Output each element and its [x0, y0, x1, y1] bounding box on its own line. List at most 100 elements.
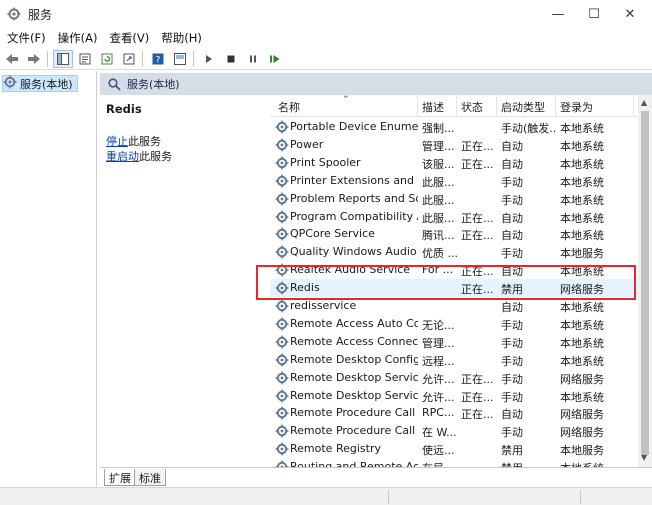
column-header-startup-type[interactable]: 启动类型 — [501, 99, 545, 115]
service-gear-icon — [275, 245, 289, 259]
column-header-log-on-as[interactable]: 登录为 — [560, 99, 593, 115]
service-log-on-as-cell: 本地服务 — [560, 247, 604, 261]
service-description-cell: 允许... — [422, 390, 455, 404]
column-divider[interactable] — [417, 95, 418, 117]
column-divider[interactable] — [555, 95, 556, 117]
gear-icon — [3, 75, 17, 92]
service-name-cell: QPCore Service — [290, 227, 375, 241]
restart-service-link[interactable]: 重启动 — [106, 150, 139, 163]
table-header: ⌃ 名称 描述 状态 启动类型 登录为 — [270, 95, 638, 117]
service-gear-icon — [275, 299, 289, 313]
services-app-icon — [6, 6, 22, 22]
scroll-up-icon[interactable]: ▲ — [641, 98, 647, 107]
service-name-cell: Remote Registry — [290, 442, 381, 456]
service-startup-type-cell: 手动 — [501, 318, 523, 332]
service-description-cell: 此服... — [422, 193, 455, 207]
table-row[interactable]: Portable Device Enumera... 强制... 手动(触发...本… — [270, 118, 638, 136]
service-description-cell: 允许... — [422, 372, 455, 386]
service-name-cell: Remote Access Auto Con... — [290, 316, 418, 330]
table-row[interactable]: Print Spooler 该服... 正在... 自动 本地系统 — [270, 154, 638, 172]
menu-help[interactable]: 帮助(H) — [155, 30, 208, 46]
menu-file[interactable]: 文件(F) — [0, 30, 52, 46]
table-row[interactable]: Power 管理... 正在... 自动 本地系统 — [270, 136, 638, 154]
column-divider[interactable] — [496, 95, 497, 117]
column-divider[interactable] — [633, 95, 634, 117]
tab-extended[interactable]: 扩展 — [104, 469, 136, 486]
table-row[interactable]: Remote Desktop Configu... 远程... 手动 本地系统 — [270, 351, 638, 369]
table-row[interactable]: Routing and Remote Acc... 在局... 禁用本地系统 — [270, 458, 638, 467]
maximize-button[interactable]: ☐ — [576, 0, 612, 28]
table-row[interactable]: QPCore Service 腾讯... 正在... 自动 本地系统 — [270, 225, 638, 243]
properties-icon[interactable] — [75, 50, 95, 68]
table-row[interactable]: Printer Extensions and N... 此服... 手动 本地系统 — [270, 172, 638, 190]
start-icon[interactable] — [199, 50, 219, 68]
tab-standard[interactable]: 标准 — [134, 469, 166, 486]
service-log-on-as-cell: 本地系统 — [560, 390, 604, 404]
service-name-cell: Routing and Remote Acc... — [290, 460, 418, 467]
service-name-cell: redisservice — [290, 299, 357, 312]
table-row[interactable]: Quality Windows Audio V... 优质 ... 手动 本地服务 — [270, 243, 638, 261]
service-description-cell: 该服... — [422, 157, 455, 171]
forward-icon[interactable] — [24, 50, 44, 68]
service-startup-type-cell: 禁用 — [501, 460, 557, 467]
service-log-on-as-cell: 本地系统 — [560, 460, 630, 467]
service-status-cell: 正在... — [461, 211, 494, 225]
back-icon[interactable] — [2, 50, 22, 68]
status-bar-divider — [580, 490, 581, 504]
table-row[interactable]: Remote Registry 使远... 禁用 本地服务 — [270, 440, 638, 458]
service-gear-icon — [275, 406, 289, 420]
service-description-cell: 强制... — [422, 122, 455, 135]
table-row[interactable]: Remote Access Connecti... 管理... 手动 本地系统 — [270, 333, 638, 351]
close-button[interactable]: ✕ — [612, 0, 648, 28]
service-name-cell: Power — [290, 137, 324, 151]
service-gear-icon — [275, 138, 289, 152]
menu-action[interactable]: 操作(A) — [52, 30, 104, 46]
service-description-cell: 远程... — [422, 354, 455, 368]
search-icon — [108, 77, 121, 91]
table-row[interactable]: Problem Reports and Sol... 此服... 手动 本地系统 — [270, 190, 638, 208]
menu-view[interactable]: 查看(V) — [103, 30, 155, 46]
table-row[interactable]: Remote Procedure Call (... 在 W... 手动 网络服务 — [270, 422, 638, 440]
service-name-cell: Program Compatibility A... — [290, 209, 418, 223]
column-header-status[interactable]: 状态 — [461, 99, 483, 115]
column-header-description[interactable]: 描述 — [422, 99, 444, 115]
svg-text:?: ? — [156, 55, 161, 65]
minimize-button[interactable]: — — [540, 0, 576, 28]
table-row[interactable]: Remote Desktop Service... 允许... 正在... 手动 本地系… — [270, 387, 638, 405]
service-startup-type-cell: 手动 — [501, 193, 523, 207]
stop-service-suffix: 此服务 — [128, 135, 161, 148]
service-log-on-as-cell: 本地系统 — [560, 122, 604, 135]
stop-service-link[interactable]: 停止 — [106, 135, 128, 148]
scrollbar-thumb[interactable] — [641, 111, 649, 455]
service-description-cell: RPC... — [422, 406, 455, 420]
pause-icon[interactable] — [243, 50, 263, 68]
service-startup-type-cell: 自动 — [501, 211, 523, 225]
table-row[interactable]: Remote Procedure Call (... RPC... 正在... 自动 网… — [270, 404, 638, 422]
scroll-down-icon[interactable]: ▼ — [641, 453, 647, 462]
vertical-scrollbar[interactable]: ▲ ▼ — [638, 95, 652, 467]
service-name-cell: Remote Desktop Services — [290, 370, 418, 384]
service-description-cell: 在 W... — [422, 426, 457, 440]
service-description-cell: 管理... — [422, 336, 455, 350]
table-row[interactable]: Remote Desktop Services 允许... 正在... 手动 网络服务 — [270, 369, 638, 387]
service-log-on-as-cell: 本地系统 — [560, 175, 604, 189]
service-status-cell: 正在... — [461, 372, 494, 386]
help-icon[interactable]: ? — [148, 50, 168, 68]
service-gear-icon — [275, 156, 289, 170]
service-description-cell: 在局... — [422, 460, 458, 467]
refresh-icon[interactable] — [97, 50, 117, 68]
restart-icon[interactable] — [265, 50, 285, 68]
service-name-cell: Remote Access Connecti... — [290, 334, 418, 348]
show-hide-tree-icon[interactable] — [53, 49, 73, 68]
table-row[interactable]: Remote Access Auto Con... 无论... 手动 本地系统 — [270, 315, 638, 333]
console-icon[interactable] — [170, 50, 190, 68]
view-tabs: 扩展 标准 — [100, 467, 652, 487]
column-header-name[interactable]: 名称 — [278, 99, 300, 115]
tree-item-services-local[interactable]: 服务(本地) — [2, 75, 78, 92]
pane-header-label: 服务(本地) — [127, 78, 180, 91]
stop-icon[interactable] — [221, 50, 241, 68]
table-row[interactable]: Program Compatibility A... 此服... 正在... 自动 本地… — [270, 208, 638, 226]
column-divider[interactable] — [456, 95, 457, 117]
restart-service-line: 重启动此服务 — [106, 148, 172, 164]
export-icon[interactable] — [119, 50, 139, 68]
